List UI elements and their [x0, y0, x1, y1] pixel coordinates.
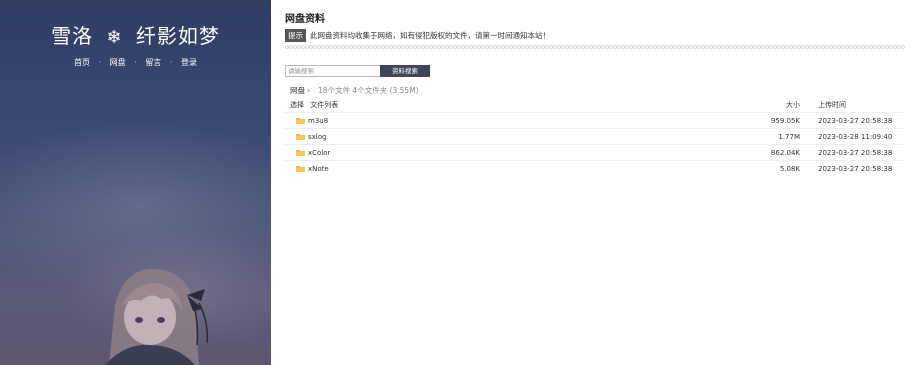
nav-separator: · [134, 58, 137, 67]
nav-separator: · [98, 58, 102, 67]
hero-panel: 雪洛 ❄ 纤影如梦 首页 · 网盘 · 留言 · 登录 [0, 0, 271, 365]
file-name-cell: xColor [291, 144, 730, 161]
search-input[interactable] [285, 65, 381, 77]
file-link[interactable]: xColor [308, 149, 330, 157]
notice-bar: 提示 此网盘资料均收集于网络，如有侵犯版权的文件，请第一时间通知本站！ [285, 29, 550, 42]
search-button[interactable]: 资料搜索 [380, 65, 430, 77]
table-row[interactable]: sxlog 1.77M 2023-03-28 11:09:40 [285, 128, 905, 145]
file-link[interactable]: xNote [308, 165, 329, 173]
file-time: 2023-03-28 11:09:40 [800, 128, 905, 145]
file-link[interactable]: m3u8 [308, 117, 328, 125]
page: 雪洛 ❄ 纤影如梦 首页 · 网盘 · 留言 · 登录 网盘资料 提示 此网盘资… [0, 0, 923, 365]
wavy-divider [285, 44, 905, 50]
folder-icon [296, 150, 305, 156]
breadcrumb: 网盘 › 18个文件 4个文件夹 (3.55M) [290, 85, 419, 96]
nav-item-home[interactable]: 首页 [74, 58, 90, 67]
table-header-time: 上传时间 [818, 100, 846, 109]
nav-item-guestbook[interactable]: 留言 [145, 58, 161, 67]
file-size: 5.08K [730, 160, 800, 176]
file-table: 选择 文件列表 大小 上传时间 m3u8 959.05K 2023-03-27 … [285, 97, 905, 176]
table-header-row: 选择 文件列表 大小 上传时间 [285, 97, 905, 113]
file-name-cell: m3u8 [291, 112, 730, 129]
table-row[interactable]: xColor 862.04K 2023-03-27 20:58:38 [285, 144, 905, 161]
table-row[interactable]: m3u8 959.05K 2023-03-27 20:58:38 [285, 112, 905, 129]
table-header-size: 大小 [786, 100, 800, 109]
table-header-select: 选择 文件列表 [285, 97, 730, 113]
nav-item-netdisk[interactable]: 网盘 [110, 58, 126, 67]
file-time: 2023-03-27 20:58:38 [800, 112, 905, 129]
notice-text: 此网盘资料均收集于网络，如有侵犯版权的文件，请第一时间通知本站！ [310, 31, 550, 40]
folder-icon [296, 118, 305, 124]
file-name-cell: sxlog [291, 128, 730, 145]
nav-item-login[interactable]: 登录 [181, 58, 197, 67]
file-name-cell: xNote [291, 160, 730, 176]
table-row[interactable]: xNote 5.08K 2023-03-27 20:58:38 [285, 160, 905, 176]
site-title-left: 雪洛 [51, 24, 94, 48]
file-size: 1.77M [730, 128, 800, 145]
site-title-right: 纤影如梦 [135, 24, 220, 48]
site-title[interactable]: 雪洛 ❄ 纤影如梦 [0, 20, 271, 49]
header-name-label: 文件列表 [310, 100, 339, 109]
nav-separator: · [169, 58, 173, 67]
main-nav: 首页 · 网盘 · 留言 · 登录 [0, 57, 271, 68]
file-size: 862.04K [730, 144, 800, 161]
file-size: 959.05K [730, 112, 800, 129]
file-link[interactable]: sxlog [308, 133, 326, 141]
folder-summary: 18个文件 4个文件夹 (3.55M) [318, 86, 419, 95]
file-time: 2023-03-27 20:58:38 [800, 160, 905, 176]
header-select-label[interactable]: 选择 [290, 101, 304, 109]
breadcrumb-separator: › [307, 86, 310, 95]
folder-icon [296, 166, 305, 172]
page-title: 网盘资料 [285, 14, 325, 25]
notice-tag: 提示 [285, 29, 306, 42]
main-content: 网盘资料 提示 此网盘资料均收集于网络，如有侵犯版权的文件，请第一时间通知本站！ … [285, 0, 907, 365]
breadcrumb-root[interactable]: 网盘 [290, 86, 305, 95]
snowflake-icon: ❄ [106, 27, 123, 48]
anime-girl-illustration [105, 268, 209, 365]
folder-icon [296, 134, 305, 140]
file-time: 2023-03-27 20:58:38 [800, 144, 905, 161]
